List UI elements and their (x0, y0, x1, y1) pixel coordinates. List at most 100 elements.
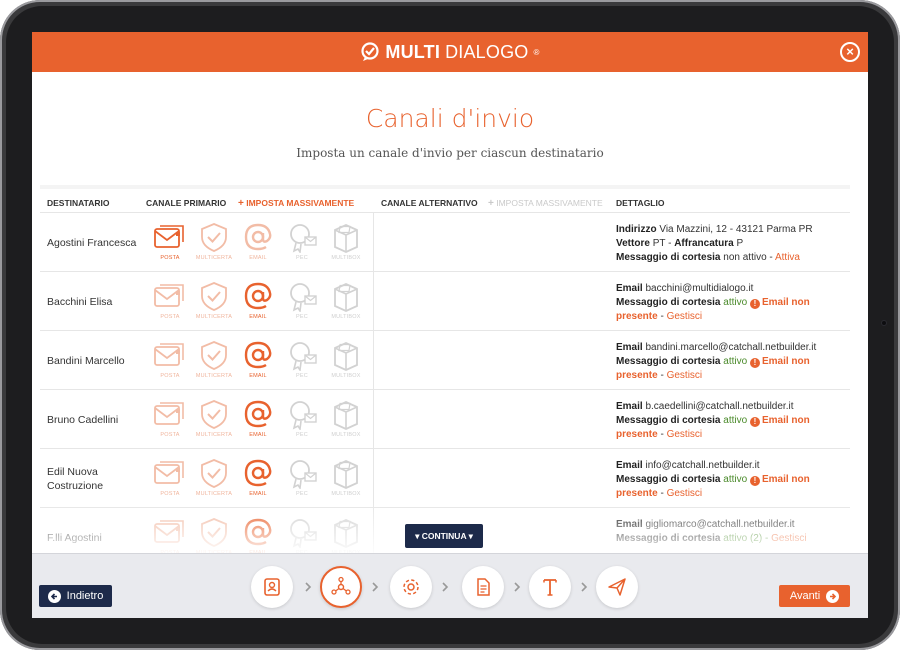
detail-warning: presente - Gestisci (616, 311, 703, 322)
channel-option[interactable]: POSTA (148, 516, 192, 556)
channel-option[interactable]: EMAIL (236, 457, 280, 497)
brand-registered: ® (533, 47, 540, 57)
step-messaggio[interactable] (529, 566, 571, 608)
channel-label: MULTICERTA (195, 432, 233, 438)
channel-option[interactable]: POSTA (148, 457, 192, 497)
channel-option[interactable]: MULTICERTA (192, 221, 236, 261)
channel-option[interactable]: MULTIBOX (324, 398, 368, 438)
activate-link[interactable]: Attiva (775, 252, 800, 263)
channel-label: MULTIBOX (331, 314, 361, 320)
channel-option[interactable]: EMAIL (236, 398, 280, 438)
channel-option[interactable]: MULTICERTA (192, 516, 236, 556)
chevron-right-icon (514, 582, 521, 592)
channel-option[interactable]: PEC (280, 457, 324, 497)
detail-email: Email b.caedellini@catchall.netbuilder.i… (616, 401, 794, 412)
channel-option[interactable]: MULTIBOX (324, 516, 368, 556)
bulk-primary-button[interactable]: + IMPOSTA MASSIVAMENTE (238, 198, 354, 209)
channel-label: PEC (296, 432, 308, 438)
paper-plane-icon (608, 578, 626, 596)
channel-option[interactable]: MULTICERTA (192, 457, 236, 497)
channel-option[interactable]: MULTICERTA (192, 280, 236, 320)
warning-icon: ! (749, 476, 760, 486)
chevron-right-icon (581, 582, 588, 592)
bulk-alternative-button[interactable]: + IMPOSTA MASSIVAMENTE (488, 198, 603, 209)
back-button[interactable]: Indietro (39, 585, 112, 607)
detail-courtesy: Messaggio di cortesia attivo (2) - Gesti… (616, 533, 807, 544)
channel-option[interactable]: MULTICERTA (192, 339, 236, 379)
table-row: Agostini Francesca POSTA MULTICERTA EMAI… (40, 213, 850, 272)
channel-option[interactable]: MULTICERTA (192, 398, 236, 438)
channel-option[interactable]: PEC (280, 398, 324, 438)
channel-option[interactable]: MULTIBOX (324, 221, 368, 261)
channel-option[interactable]: MULTIBOX (324, 457, 368, 497)
channel-option[interactable]: MULTIBOX (324, 339, 368, 379)
col-detail: DETTAGLIO (616, 198, 665, 208)
col-primary: CANALE PRIMARIO (146, 198, 227, 208)
channel-label: EMAIL (249, 491, 267, 497)
manage-link[interactable]: Gestisci (667, 488, 703, 499)
address-book-icon (264, 578, 280, 596)
recipient-detail: Indirizzo Via Mazzini, 12 - 43121 Parma … (616, 223, 846, 265)
next-button[interactable]: Avanti (779, 585, 850, 607)
chevron-right-icon (442, 582, 449, 592)
channel-label: MULTIBOX (331, 491, 361, 497)
table-body: Agostini Francesca POSTA MULTICERTA EMAI… (40, 213, 850, 567)
channel-option[interactable]: EMAIL (236, 516, 280, 556)
camera (881, 320, 887, 326)
detail-email: Email bacchini@multidialogo.it (616, 283, 754, 294)
step-impostazioni[interactable] (390, 566, 432, 608)
channel-option[interactable]: POSTA (148, 221, 192, 261)
channel-option[interactable]: EMAIL (236, 280, 280, 320)
primary-channel-group: POSTA MULTICERTA EMAIL PEC MULTIBOX (148, 339, 368, 385)
step-documenti[interactable] (462, 566, 504, 608)
manage-link[interactable]: Gestisci (667, 429, 703, 440)
channel-option[interactable]: POSTA (148, 280, 192, 320)
channel-option[interactable]: EMAIL (236, 339, 280, 379)
channel-option[interactable]: PEC (280, 339, 324, 379)
detail-email: Email info@catchall.netbuilder.it (616, 460, 760, 471)
manage-link[interactable]: Gestisci (771, 533, 807, 544)
warning-icon: ! (749, 299, 760, 309)
channel-option[interactable]: PEC (280, 280, 324, 320)
step-canali[interactable] (320, 566, 362, 608)
channel-option[interactable]: PEC (280, 221, 324, 261)
plus-icon: + (488, 198, 494, 209)
manage-link[interactable]: Gestisci (667, 311, 703, 322)
recipient-name: Bruno Cadellini (47, 413, 119, 426)
channel-label: MULTIBOX (331, 432, 361, 438)
at-sign-icon (244, 282, 272, 310)
close-icon[interactable]: × (840, 42, 860, 62)
shield-check-icon (201, 223, 227, 252)
continua-button[interactable]: ▾ CONTINUA ▾ (405, 524, 483, 548)
detail-warning: presente - Gestisci (616, 370, 703, 381)
step-invio[interactable] (596, 566, 638, 608)
manage-link[interactable]: Gestisci (667, 370, 703, 381)
certified-email-icon (290, 283, 317, 312)
channel-label: EMAIL (249, 373, 267, 379)
channel-option[interactable]: POSTA (148, 339, 192, 379)
shield-check-icon (201, 400, 227, 429)
channel-label: POSTA (160, 373, 180, 379)
channel-label: MULTIBOX (331, 373, 361, 379)
back-label: Indietro (66, 590, 104, 602)
channel-option[interactable]: MULTIBOX (324, 280, 368, 320)
channel-label: MULTICERTA (195, 255, 233, 261)
box-icon (334, 342, 358, 371)
channel-option[interactable]: POSTA (148, 398, 192, 438)
detail-address: Indirizzo Via Mazzini, 12 - 43121 Parma … (616, 224, 813, 235)
channel-label: POSTA (160, 432, 180, 438)
brand-bold: MULTI (385, 41, 441, 62)
step-rubrica[interactable] (251, 566, 293, 608)
at-sign-icon (244, 223, 272, 251)
shield-check-icon (201, 459, 227, 488)
at-sign-icon (244, 341, 272, 369)
table-row: Edil Nuova Costruzione POSTA MULTICERTA … (40, 449, 850, 508)
channel-label: EMAIL (249, 432, 267, 438)
channel-label: EMAIL (249, 314, 267, 320)
brand-light: DIALOGO (445, 41, 529, 62)
brand-logo: MULTI DIALOGO ® (360, 42, 539, 63)
recipient-detail: Email bandini.marcello@catchall.netbuild… (616, 341, 846, 383)
channel-option[interactable]: PEC (280, 516, 324, 556)
certified-email-icon (290, 401, 317, 430)
channel-option[interactable]: EMAIL (236, 221, 280, 261)
